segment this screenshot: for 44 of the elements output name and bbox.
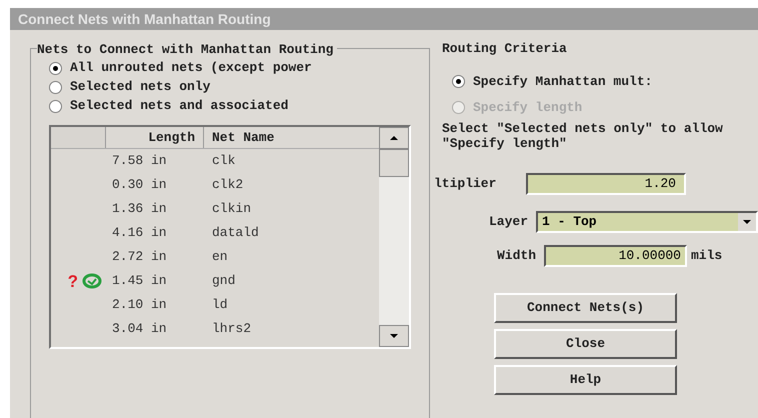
length-cell-text: 4.16 in: [111, 224, 168, 242]
length-cell-text: 7.58 in: [111, 152, 168, 170]
dialog-button[interactable]: Close: [494, 328, 677, 358]
scroll-up-button[interactable]: [379, 127, 409, 149]
column-header[interactable]: Net Name: [204, 127, 379, 148]
radio-label: Selected nets only: [70, 78, 210, 96]
net-name-cell-text: lhrs2: [211, 320, 252, 338]
length-cell-text: 2.10 in: [111, 296, 168, 314]
net-name-cell-text: ld: [211, 296, 229, 314]
radio-button[interactable]: [49, 100, 62, 112]
length-cell-text: 2.72 in: [111, 248, 168, 266]
radio-label: Selected nets and associated: [70, 97, 288, 116]
net-name-cell-text: gnd: [211, 272, 236, 290]
column-header[interactable]: Length: [106, 127, 204, 148]
unit-label: mils: [690, 246, 722, 265]
layer-dropdown[interactable]: 1 - Top: [536, 210, 758, 232]
field-label: Width: [496, 246, 537, 265]
net-name-cell-text: clkin: [211, 200, 252, 218]
radio-button[interactable]: [49, 62, 62, 74]
length-cell-text: 0.30 in: [111, 176, 168, 194]
width-field[interactable]: 10.00000: [544, 244, 687, 266]
length-cell-text: 3.04 in: [111, 320, 168, 338]
length-cell-text: 1.36 in: [111, 200, 168, 218]
dialog-button[interactable]: Help: [494, 364, 677, 394]
scroll-thumb[interactable]: [379, 149, 409, 177]
radio-label: Specify Manhattan mult:: [473, 72, 652, 91]
window-title: Connect Nets with Manhattan Routing: [18, 10, 271, 29]
net-name-cell-text: clk: [211, 152, 236, 170]
net-name-cell-text: datald: [211, 224, 260, 242]
radio-button[interactable]: [49, 80, 62, 94]
scroll-down-button[interactable]: [379, 325, 409, 347]
multiplier-field[interactable]: 1.20: [526, 172, 686, 194]
radio-label: All unrouted nets (except power: [70, 59, 312, 78]
dialog-button[interactable]: Connect Nets(s): [494, 292, 677, 322]
length-cell-text: 1.45 in: [111, 272, 168, 290]
net-name-cell-text: en: [211, 248, 229, 266]
field-label: Layer: [488, 212, 529, 231]
net-name-cell-text: clk2: [211, 176, 244, 194]
field-label: ltiplier: [434, 174, 498, 193]
scrollbar[interactable]: [379, 127, 409, 347]
radio-button[interactable]: [452, 75, 465, 88]
hint-text: Select "Selected nets only" to allow "Specify length": [442, 120, 724, 150]
group-title: Routing Criteria: [442, 40, 568, 58]
question-mark: ?: [68, 272, 78, 290]
